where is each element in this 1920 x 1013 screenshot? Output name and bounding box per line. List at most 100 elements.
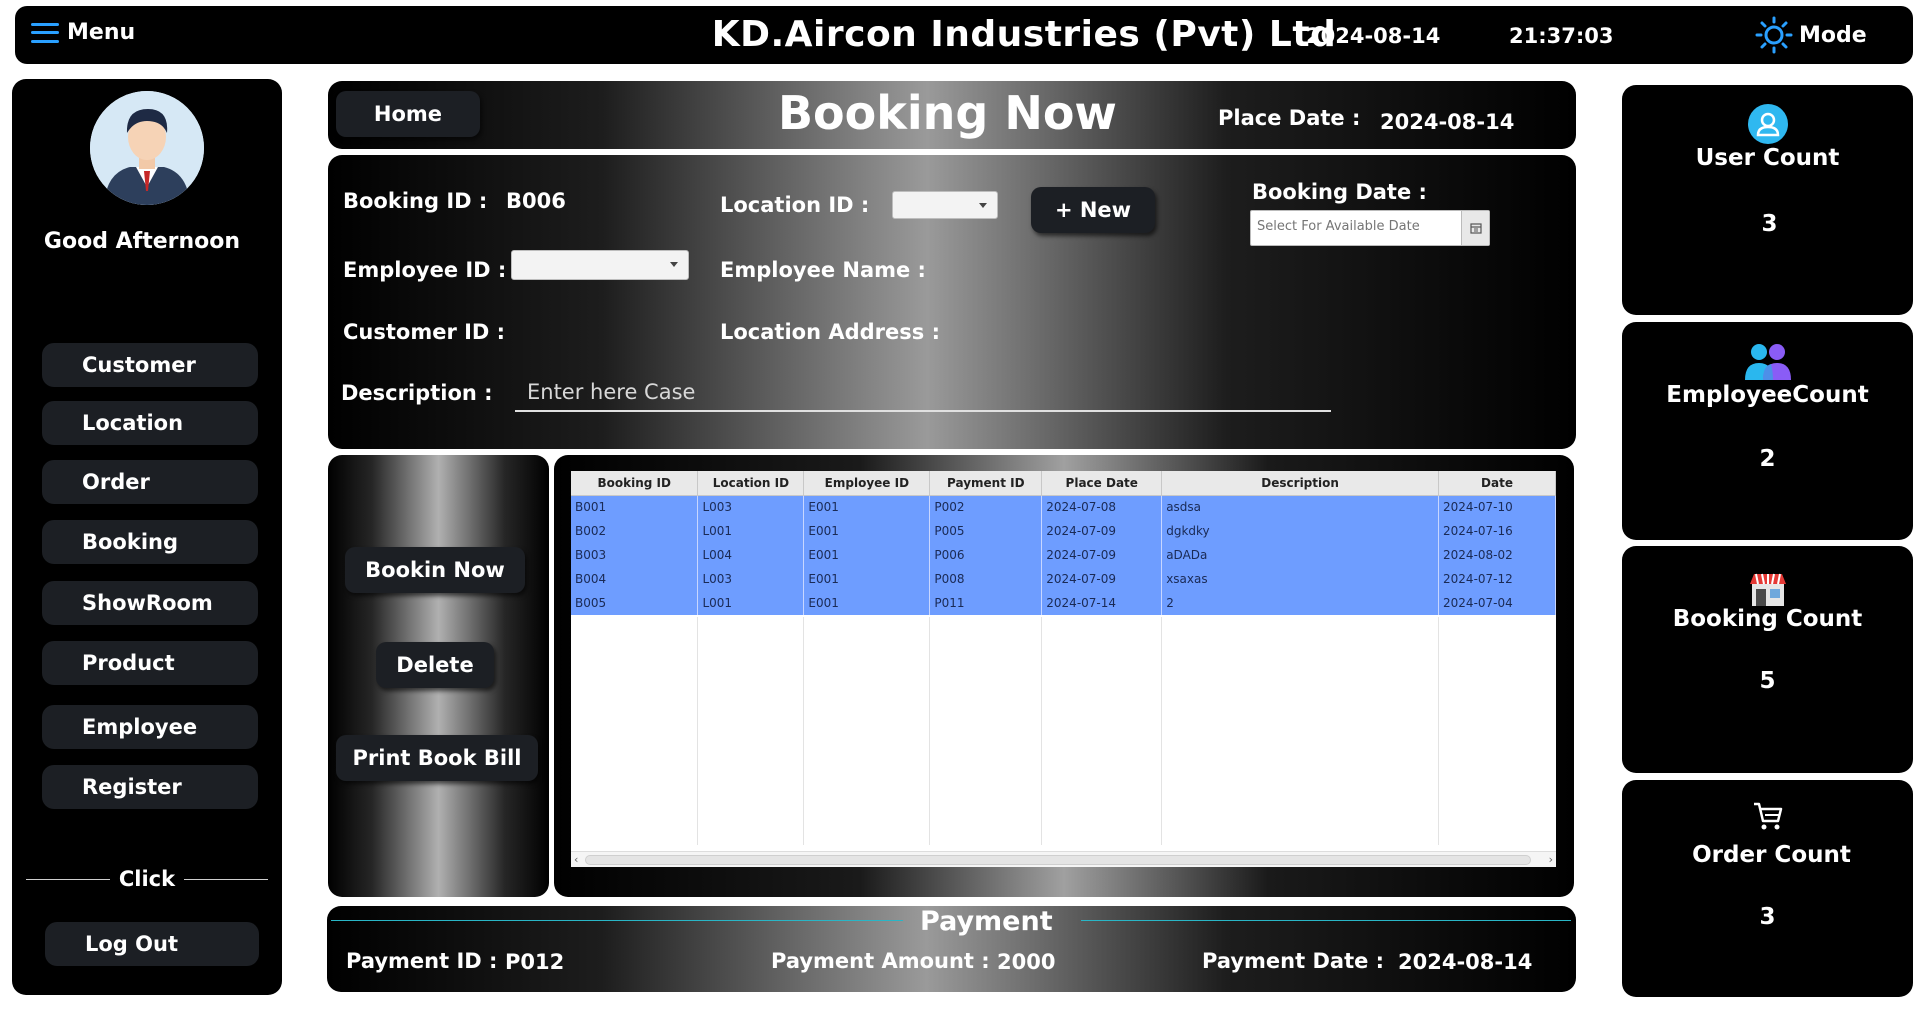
sidebar-item-employee[interactable]: Employee: [42, 705, 258, 749]
table-cell: 2: [1161, 591, 1440, 615]
table-cell: 2024-08-02: [1438, 543, 1556, 567]
payment-title: Payment: [920, 906, 1053, 937]
location-id-combo[interactable]: [892, 191, 998, 219]
table-cell: P008: [929, 567, 1043, 591]
sidebar-item-showroom[interactable]: ShowRoom: [42, 581, 258, 625]
column-filler: [1042, 617, 1162, 845]
avatar: [90, 91, 204, 205]
column-filler: [930, 617, 1042, 845]
booking-now-button[interactable]: Bookin Now: [345, 547, 525, 593]
sidebar: Good Afternoon Customer Location Order B…: [12, 79, 282, 995]
column-header[interactable]: Employee ID: [803, 471, 931, 496]
mode-toggle[interactable]: Mode: [1755, 16, 1867, 54]
booking-table[interactable]: Booking ID Location ID Employee ID Payme…: [571, 471, 1556, 867]
payment-divider-right: [1081, 920, 1571, 921]
booking-id-value: B006: [506, 189, 566, 213]
table-cell: E001: [803, 519, 931, 543]
table-cell: 2024-07-10: [1438, 495, 1556, 519]
table-cell: 2024-07-14: [1041, 591, 1163, 615]
scroll-left-icon[interactable]: ‹: [574, 853, 578, 866]
table-cell: 2024-07-12: [1438, 567, 1556, 591]
table-row[interactable]: B005 L001 E001 P011 2024-07-14 2 2024-07…: [571, 591, 1556, 615]
location-id-label: Location ID :: [720, 193, 870, 217]
order-count-label: Order Count: [1692, 842, 1851, 868]
print-bill-button[interactable]: Print Book Bill: [336, 735, 538, 781]
table-cell: E001: [803, 543, 931, 567]
user-count-label: User Count: [1695, 145, 1840, 171]
booking-date-input[interactable]: [1257, 219, 1457, 234]
user-count-value: 3: [1761, 211, 1778, 237]
payment-id-label: Payment ID :: [346, 949, 498, 973]
table-cell: B003: [571, 543, 699, 567]
greeting-text: Good Afternoon: [43, 229, 241, 254]
sidebar-item-order[interactable]: Order: [42, 460, 258, 504]
employee-count-label: EmployeeCount: [1666, 382, 1869, 408]
scroll-right-icon[interactable]: ›: [1549, 853, 1553, 866]
booking-date-picker[interactable]: [1250, 210, 1490, 246]
sidebar-item-location[interactable]: Location: [42, 401, 258, 445]
column-filler: [698, 617, 804, 845]
table-cell: E001: [803, 567, 931, 591]
table-row[interactable]: B001 L003 E001 P002 2024-07-08 asdsa 202…: [571, 495, 1556, 519]
scrollbar-thumb[interactable]: [585, 855, 1531, 865]
action-panel: Bookin Now Delete Print Book Bill: [328, 455, 549, 897]
logout-button[interactable]: Log Out: [45, 922, 259, 966]
column-header[interactable]: Description: [1161, 471, 1440, 496]
employee-id-combo[interactable]: [511, 250, 689, 280]
table-cell: B004: [571, 567, 699, 591]
booking-form: Booking ID : B006 Location ID : + New Bo…: [328, 155, 1576, 449]
sidebar-item-customer[interactable]: Customer: [42, 343, 258, 387]
payment-id-value: P012: [505, 950, 565, 974]
place-date-value: 2024-08-14: [1380, 110, 1515, 134]
table-row[interactable]: B002 L001 E001 P005 2024-07-09 dgkdky 20…: [571, 519, 1556, 543]
column-header[interactable]: Date: [1438, 471, 1556, 496]
table-cell: 2024-07-08: [1041, 495, 1163, 519]
home-button[interactable]: Home: [336, 91, 480, 137]
calendar-icon: [1469, 223, 1482, 234]
location-address-label: Location Address :: [720, 320, 940, 344]
booking-date-label: Booking Date :: [1252, 180, 1427, 204]
delete-button[interactable]: Delete: [376, 642, 494, 688]
avatar-icon: [90, 91, 204, 205]
column-filler: [1162, 617, 1439, 845]
employee-id-label: Employee ID :: [343, 258, 507, 282]
top-bar: Menu KD.Aircon Industries (Pvt) Ltd 2024…: [15, 6, 1913, 64]
table-cell: B001: [571, 495, 699, 519]
column-header[interactable]: Place Date: [1041, 471, 1163, 496]
header-time: 21:37:03: [1509, 24, 1614, 48]
user-icon: [1747, 104, 1788, 144]
table-cell: 2024-07-09: [1041, 519, 1163, 543]
column-header[interactable]: Booking ID: [571, 471, 699, 496]
table-cell: 2024-07-09: [1041, 543, 1163, 567]
horizontal-scrollbar[interactable]: ‹ ›: [571, 851, 1556, 867]
app-title: KD.Aircon Industries (Pvt) Ltd: [711, 14, 1337, 55]
table-row[interactable]: B004 L003 E001 P008 2024-07-09 xsaxas 20…: [571, 567, 1556, 591]
table-cell: E001: [803, 495, 931, 519]
column-header[interactable]: Location ID: [697, 471, 805, 496]
description-input[interactable]: [515, 374, 1331, 412]
payment-amount-value: 2000: [997, 950, 1056, 974]
employee-count-value: 2: [1759, 446, 1776, 472]
column-filler: [571, 617, 698, 845]
calendar-button[interactable]: [1461, 211, 1489, 245]
sidebar-item-booking[interactable]: Booking: [42, 520, 258, 564]
people-icon: [1744, 344, 1791, 380]
table-cell: asdsa: [1161, 495, 1440, 519]
table-cell: aDADa: [1161, 543, 1440, 567]
booking-count-value: 5: [1759, 668, 1776, 694]
order-count-value: 3: [1759, 904, 1776, 930]
payment-panel: Payment Payment ID : P012 Payment Amount…: [327, 906, 1576, 992]
table-cell: E001: [803, 591, 931, 615]
table-cell: dgkdky: [1161, 519, 1440, 543]
column-header[interactable]: Payment ID: [929, 471, 1043, 496]
table-row[interactable]: B003 L004 E001 P006 2024-07-09 aDADa 202…: [571, 543, 1556, 567]
sidebar-item-product[interactable]: Product: [42, 641, 258, 685]
sidebar-item-register[interactable]: Register: [42, 765, 258, 809]
payment-amount-label: Payment Amount :: [771, 949, 990, 973]
mode-label: Mode: [1799, 22, 1867, 48]
header-date: 2024-08-14: [1306, 24, 1441, 48]
table-cell: L003: [697, 567, 805, 591]
table-cell: L001: [697, 591, 805, 615]
new-button[interactable]: + New: [1031, 187, 1155, 233]
page-header: Home Booking Now Place Date : 2024-08-14: [328, 81, 1576, 149]
